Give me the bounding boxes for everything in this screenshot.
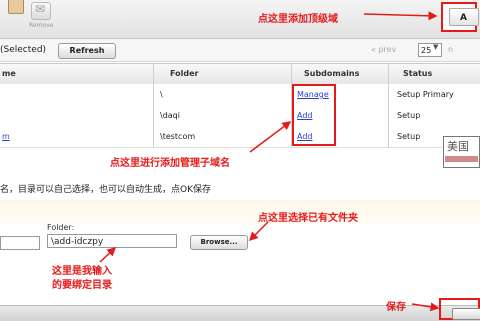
arrow-to-folder-input bbox=[99, 246, 117, 263]
annotation-arrows bbox=[99, 11, 440, 312]
arrow-to-save bbox=[411, 302, 440, 312]
arrow-to-add-domain bbox=[363, 11, 438, 21]
arrow-to-browse bbox=[248, 221, 269, 242]
arrow-to-subdomains bbox=[249, 121, 292, 153]
